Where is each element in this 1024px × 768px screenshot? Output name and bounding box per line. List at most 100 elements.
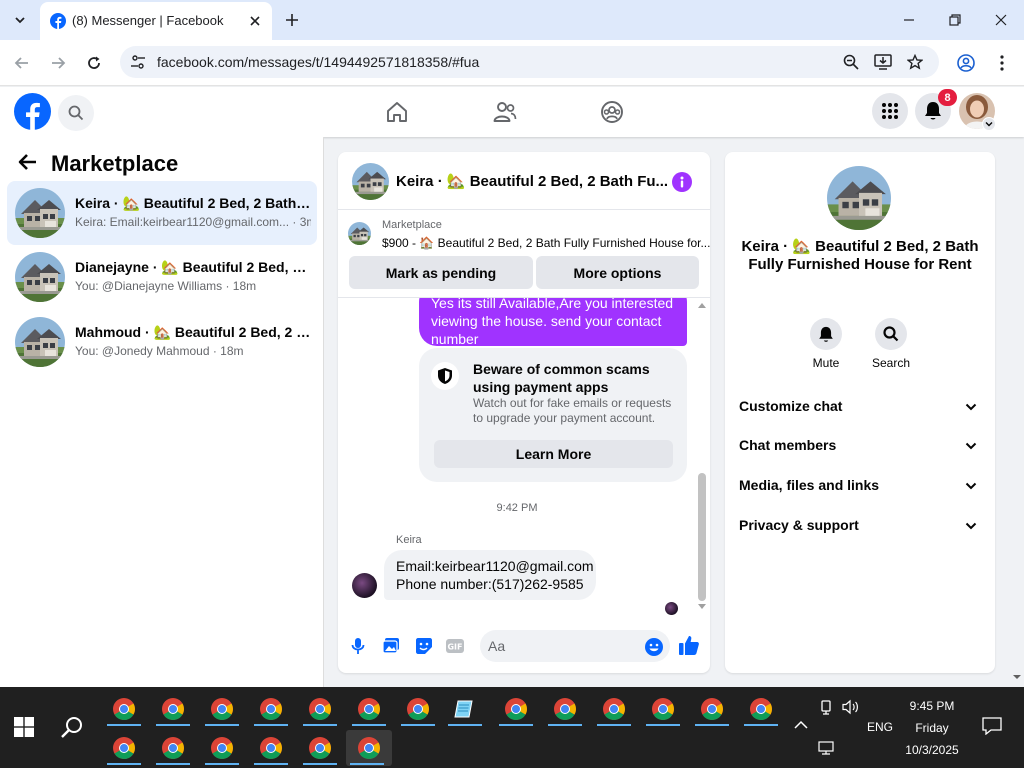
more-vertical-icon [1000, 55, 1004, 71]
taskbar-chrome-window[interactable] [299, 691, 341, 727]
taskbar-chrome-window[interactable] [740, 691, 782, 727]
forward-button[interactable] [46, 51, 70, 75]
browser-tab-messenger[interactable]: (8) Messenger | Facebook [40, 2, 272, 40]
friends-nav[interactable] [492, 99, 518, 125]
gif-button[interactable]: GIF [444, 635, 466, 657]
chat-thumbnail[interactable] [352, 163, 389, 200]
chevron-down-icon [963, 438, 979, 454]
windows-start-icon[interactable] [14, 717, 34, 737]
outgoing-message-bubble[interactable]: Yes its still Available,Are you interest… [419, 298, 687, 347]
scroll-up-icon[interactable] [698, 302, 706, 308]
address-bar[interactable]: facebook.com/messages/t/1494492571818358… [120, 46, 939, 78]
taskbar-chrome-window[interactable] [691, 691, 733, 727]
volume-icon[interactable] [842, 699, 860, 715]
listing-photo[interactable] [827, 166, 891, 230]
conversation-info-button[interactable] [672, 172, 692, 192]
voice-clip-button[interactable] [347, 635, 369, 657]
chrome-icon [651, 697, 675, 721]
send-like-button[interactable] [678, 634, 702, 658]
taskbar-chrome-window[interactable] [103, 730, 145, 766]
scrollbar-thumb[interactable] [698, 473, 706, 601]
input-language[interactable]: ENG [867, 720, 893, 734]
back-arrow-icon[interactable] [18, 153, 38, 171]
site-settings-icon[interactable] [130, 54, 146, 70]
taskbar-chrome-window[interactable] [544, 691, 586, 727]
conversation-item[interactable]: Keira · 🏡 Beautiful 2 Bed, 2 Bath Fully … [7, 181, 317, 245]
taskbar-chrome-window[interactable] [201, 730, 243, 766]
minimize-button[interactable] [897, 8, 921, 32]
taskbar-chrome-window[interactable] [152, 691, 194, 727]
customize-chat-section[interactable]: Customize chat [725, 388, 995, 424]
clock-day[interactable]: Friday [896, 721, 968, 735]
bookmark-button[interactable] [906, 53, 924, 71]
conversation-item[interactable]: Mahmoud · 🏡 Beautiful 2 Bed, 2 Bath Full… [7, 310, 317, 374]
tab-search-menu-button[interactable] [8, 9, 32, 31]
search-action[interactable]: Search [861, 318, 921, 370]
mute-button[interactable] [810, 318, 842, 350]
chrome-icon [700, 697, 724, 721]
facebook-search-button[interactable] [58, 95, 94, 131]
message-input[interactable] [480, 630, 670, 662]
taskbar-chrome-window[interactable] [495, 691, 537, 727]
search-in-conversation-button[interactable] [875, 318, 907, 350]
mark-as-pending-button[interactable]: Mark as pending [349, 256, 533, 289]
chat-title[interactable]: Keira · 🏡 Beautiful 2 Bed, 2 Bath Fu... [396, 172, 668, 190]
back-button[interactable] [10, 51, 34, 75]
sticker-icon [416, 638, 432, 654]
new-tab-button[interactable] [282, 10, 302, 30]
taskbar-chrome-window[interactable] [348, 691, 390, 727]
more-options-button[interactable]: More options [536, 256, 699, 289]
restore-button[interactable] [943, 8, 967, 32]
shield-icon-wrap [431, 362, 459, 390]
taskbar-chrome-window[interactable] [642, 691, 684, 727]
mute-action[interactable]: Mute [796, 318, 856, 370]
incoming-message-bubble[interactable]: Email:keirbear1120@gmail.com Phone numbe… [384, 550, 596, 600]
display-icon[interactable] [818, 741, 834, 755]
groups-nav[interactable] [599, 99, 625, 125]
conversation-item[interactable]: Dianejayne · 🏡 Beautiful 2 Bed, 2 Bath F… [7, 245, 317, 309]
learn-more-button[interactable]: Learn More [434, 440, 673, 468]
browser-menu-button[interactable] [990, 51, 1014, 75]
window-close-button[interactable] [989, 8, 1013, 32]
home-icon [387, 102, 407, 122]
taskbar-chrome-window[interactable] [201, 691, 243, 727]
sticker-button[interactable] [413, 635, 435, 657]
chrome-icon [210, 697, 234, 721]
taskbar-notepad-window[interactable] [444, 691, 486, 727]
account-chevron[interactable] [982, 117, 996, 131]
taskbar-chrome-window[interactable] [593, 691, 635, 727]
listing-price-title[interactable]: $900 - 🏠 Beautiful 2 Bed, 2 Bath Fully F… [382, 236, 710, 250]
home-nav[interactable] [384, 99, 410, 125]
profile-button[interactable] [954, 51, 978, 75]
taskbar-chrome-window[interactable] [397, 691, 439, 727]
attach-photo-button[interactable] [380, 635, 402, 657]
page-scroll-down-icon[interactable] [1010, 670, 1024, 684]
tab-close-button[interactable] [246, 12, 264, 30]
reload-button[interactable] [82, 51, 106, 75]
taskbar-chrome-window-active[interactable] [346, 730, 392, 766]
listing-thumbnail[interactable] [348, 222, 371, 245]
show-hidden-icons-icon[interactable] [794, 720, 808, 730]
emoji-button[interactable] [644, 637, 664, 657]
sender-avatar[interactable] [352, 573, 377, 598]
clock-date[interactable]: 10/3/2025 [896, 743, 968, 757]
taskbar-chrome-window[interactable] [250, 691, 292, 727]
taskbar-chrome-window[interactable] [299, 730, 341, 766]
scroll-down-icon[interactable] [698, 604, 706, 610]
chat-members-section[interactable]: Chat members [725, 427, 995, 463]
search-icon[interactable] [60, 715, 84, 739]
network-icon[interactable] [818, 699, 834, 715]
url-text[interactable]: facebook.com/messages/t/1494492571818358… [157, 54, 479, 70]
privacy-support-section[interactable]: Privacy & support [725, 507, 995, 543]
menu-button[interactable] [872, 93, 908, 129]
svg-text:GIF: GIF [447, 643, 462, 652]
taskbar-chrome-window[interactable] [250, 730, 292, 766]
taskbar-chrome-window[interactable] [103, 691, 145, 727]
install-app-button[interactable] [874, 53, 892, 71]
action-center-icon[interactable] [982, 717, 1002, 735]
zoom-button[interactable] [842, 53, 860, 71]
clock-time[interactable]: 9:45 PM [896, 699, 968, 713]
facebook-logo-icon[interactable] [14, 93, 51, 130]
media-files-links-section[interactable]: Media, files and links [725, 467, 995, 503]
taskbar-chrome-window[interactable] [152, 730, 194, 766]
